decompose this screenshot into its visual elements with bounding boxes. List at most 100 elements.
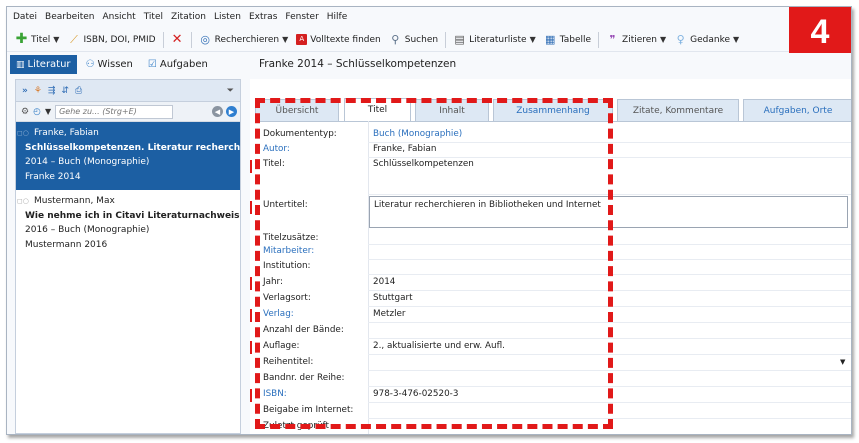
tab-titel[interactable]: Titel	[344, 98, 411, 121]
tab-uebersicht[interactable]: Übersicht	[255, 99, 339, 121]
field-label: Jahr:	[263, 277, 283, 287]
field-label[interactable]: Autor:	[263, 144, 290, 154]
chevron-down-icon: ▼	[660, 35, 667, 44]
tab-aufgaben-orte[interactable]: Aufgaben, Orte	[743, 99, 851, 121]
author-field[interactable]: Franke, Fabian	[373, 144, 436, 154]
delete-icon: ✕	[171, 32, 183, 47]
reference-short-title: Mustermann 2016	[25, 239, 108, 250]
sort-icon[interactable]: ⚘	[34, 86, 42, 96]
nav-tab-literatur-label: Literatur	[27, 59, 71, 70]
tabelle-button[interactable]: ▦ Tabelle	[540, 30, 595, 50]
forward-icon[interactable]: ▶	[226, 106, 237, 117]
reference-title: Schlüsselkompetenzen. Literatur recherch…	[25, 142, 240, 153]
reference-short-title: Franke 2014	[25, 171, 81, 182]
history-icon[interactable]: ◴	[33, 107, 41, 117]
menu-fenster[interactable]: Fenster	[285, 12, 318, 22]
filter-icon[interactable]: ⏷	[227, 86, 234, 96]
toolbar-divider	[445, 31, 447, 48]
field-label: Titel:	[263, 159, 285, 169]
globe-search-icon: ◎	[200, 33, 210, 46]
chevron-down-icon[interactable]: ▼	[840, 358, 845, 366]
menu-datei[interactable]: Datei	[13, 12, 37, 22]
literaturliste-button[interactable]: ▤ Literaturliste ▼	[449, 30, 540, 50]
reference-editor: Übersicht Titel Inhalt Zusammenhang Zita…	[250, 79, 851, 434]
subtitle-field[interactable]: Literatur recherchieren in Bibliotheken …	[374, 200, 601, 210]
chevron-down-icon[interactable]: ▼	[45, 107, 51, 116]
expand-icon[interactable]: »	[22, 86, 28, 96]
isbn-label: ISBN, DOI, PMID	[83, 34, 156, 45]
group-icon[interactable]: ⇶	[48, 86, 56, 96]
field-label: Untertitel:	[263, 200, 308, 210]
menu-bearbeiten[interactable]: Bearbeiten	[45, 12, 94, 22]
category-icon[interactable]: ⇵	[61, 86, 69, 96]
field-divider	[368, 157, 851, 158]
tab-inhalt[interactable]: Inhalt	[415, 99, 489, 121]
zitieren-button[interactable]: ❞ Zitieren ▼	[602, 30, 670, 50]
menu-extras[interactable]: Extras	[249, 12, 277, 22]
field-label: Beigabe im Internet:	[263, 405, 354, 415]
add-title-button[interactable]: ✚ Titel ▼	[11, 30, 63, 50]
recherchieren-button[interactable]: ◎ Recherchieren ▼	[195, 30, 293, 50]
settings-icon[interactable]: ⚙	[21, 107, 29, 117]
menu-zitation[interactable]: Zitation	[171, 12, 206, 22]
goto-search-input[interactable]	[55, 104, 174, 119]
required-marker	[250, 277, 252, 290]
nav-tab-wissen[interactable]: ⚇ Wissen	[80, 55, 139, 74]
lightbulb-icon: ♀	[676, 33, 685, 46]
edition-field[interactable]: 2., aktualisierte und erw. Aufl.	[373, 341, 505, 351]
tab-zusammenhang[interactable]: Zusammenhang	[493, 99, 613, 121]
field-label: Anzahl der Bände:	[263, 325, 344, 335]
publisher-field[interactable]: Metzler	[373, 309, 406, 319]
field-divider	[368, 418, 851, 419]
field-label[interactable]: Mitarbeiter:	[263, 246, 314, 256]
gedanke-label: Gedanke	[690, 34, 731, 45]
gedanke-button[interactable]: ♀ Gedanke ▼	[670, 30, 743, 50]
suchen-button[interactable]: ⚲ Suchen	[385, 30, 442, 50]
required-marker	[250, 341, 252, 354]
field-divider	[368, 370, 851, 371]
required-marker	[250, 389, 252, 402]
reference-author: Franke, Fabian	[34, 128, 99, 138]
field-label[interactable]: Verlag:	[263, 309, 294, 319]
nav-tab-aufgaben[interactable]: ☑ Aufgaben	[142, 55, 214, 74]
toolbar-divider	[190, 31, 192, 48]
field-divider	[368, 244, 851, 245]
toolbar-divider	[162, 31, 164, 48]
chevron-down-icon: ▼	[529, 35, 536, 44]
isbn-button[interactable]: ⟋ ISBN, DOI, PMID	[63, 30, 159, 50]
sidebar-search-bar: ⚙ ◴ ▼ ◀ ▶	[16, 102, 240, 122]
field-divider	[368, 386, 851, 387]
title-field[interactable]: Schlüsselkompetenzen	[373, 159, 474, 169]
menu-ansicht[interactable]: Ansicht	[102, 12, 135, 22]
editor-tab-strip: Übersicht Titel Inhalt Zusammenhang Zita…	[255, 98, 851, 121]
delete-button[interactable]: ✕	[167, 30, 188, 50]
literaturliste-label: Literaturliste	[469, 34, 527, 45]
reference-list-item[interactable]: ◻○ Mustermann, Max Wie nehme ich in Cita…	[16, 190, 240, 258]
export-icon[interactable]: ⎙	[75, 86, 82, 96]
nav-tab-literatur[interactable]: ▥ Literatur	[10, 55, 77, 74]
tab-zitate-kommentare[interactable]: Zitate, Kommentare	[617, 99, 739, 121]
chevron-down-icon: ▼	[53, 35, 60, 44]
volltexte-button[interactable]: A Volltexte finden	[292, 30, 384, 50]
wand-icon: ⟋	[70, 33, 78, 46]
back-icon[interactable]: ◀	[212, 106, 223, 117]
reference-list-item[interactable]: ◻○ Franke, Fabian Schlüsselkompetenzen. …	[16, 122, 240, 190]
place-field[interactable]: Stuttgart	[373, 293, 413, 303]
menu-listen[interactable]: Listen	[214, 12, 241, 22]
isbn-field[interactable]: 978-3-476-02520-3	[373, 389, 458, 399]
menu-hilfe[interactable]: Hilfe	[327, 12, 347, 22]
citavi-window: Datei Bearbeiten Ansicht Titel Zitation …	[6, 6, 852, 435]
sidebar-toolbar: » ⚘ ⇶ ⇵ ⎙ ⏷	[16, 80, 240, 102]
field-label[interactable]: ISBN:	[263, 389, 287, 399]
zitieren-label: Zitieren	[622, 34, 658, 45]
menu-titel[interactable]: Titel	[144, 12, 163, 22]
year-field[interactable]: 2014	[373, 277, 395, 287]
field-column-divider	[368, 121, 369, 434]
menu-bar: Datei Bearbeiten Ansicht Titel Zitation …	[7, 7, 851, 27]
document-type-link[interactable]: Buch (Monographie)	[373, 129, 462, 139]
field-divider	[368, 290, 851, 291]
field-label: Titelzusätze:	[263, 233, 319, 243]
field-label: Verlagsort:	[263, 293, 311, 303]
quote-icon: ❞	[609, 33, 616, 46]
knowledge-icon: ⚇	[85, 59, 95, 70]
